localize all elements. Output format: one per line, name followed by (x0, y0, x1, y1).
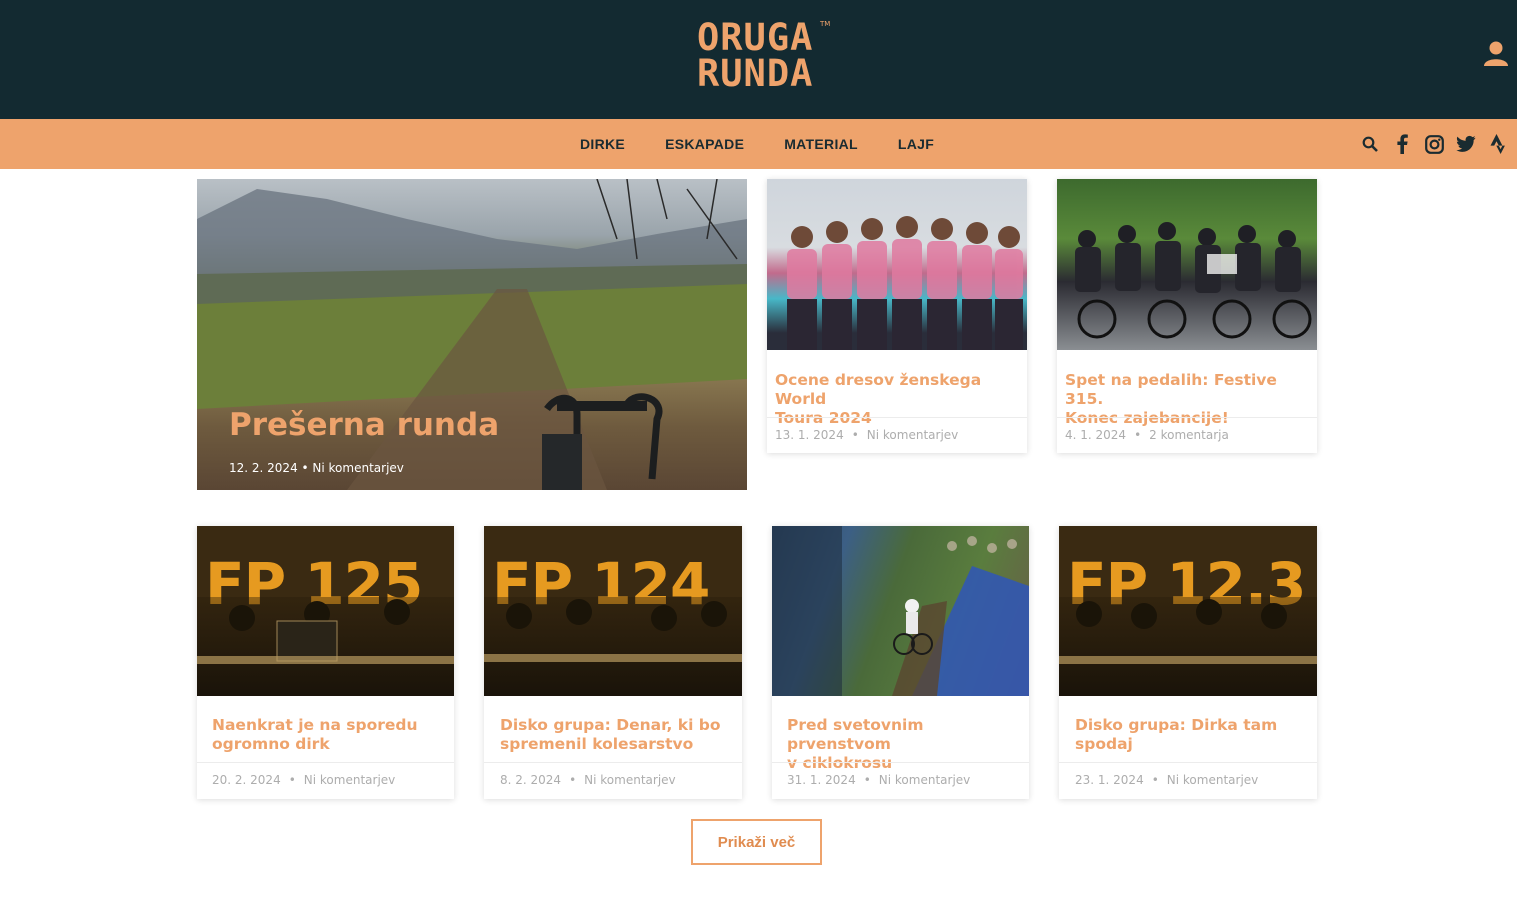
main-navigation: DIRKE ESKAPADE MATERIAL LAJF (0, 119, 1517, 169)
load-more-button[interactable]: Prikaži več (691, 819, 822, 865)
meta-separator: • (288, 773, 296, 787)
card-image[interactable]: FP 124 (484, 526, 742, 696)
social-icons (1360, 119, 1508, 169)
card-title[interactable]: Ocene dresov ženskega World Toura 2024 (775, 371, 1023, 428)
logo-line-2: RUNDA (697, 52, 814, 95)
card-comments[interactable]: 2 komentarja (1149, 428, 1229, 442)
meta-separator: • (1151, 773, 1159, 787)
meta-separator: • (863, 773, 871, 787)
card-title-line: Disko grupa: Denar, ki bo (500, 716, 721, 734)
card-divider (772, 762, 1029, 763)
post-card[interactable]: FP 125 Naenkrat je na sporedu ogromno di… (197, 526, 454, 799)
post-card[interactable]: Ocene dresov ženskega World Toura 2024 1… (767, 179, 1027, 453)
card-title-line: Disko grupa: Dirka tam (1075, 716, 1278, 734)
card-comments[interactable]: Ni komentarjev (867, 428, 958, 442)
card-image[interactable] (1057, 179, 1317, 350)
card-title-line: Ocene dresov ženskega World (775, 371, 982, 408)
meta-separator: • (1134, 428, 1142, 442)
site-logo[interactable]: ORUGA RUNDA TM (697, 16, 831, 96)
nav-item-lajf[interactable]: LAJF (878, 136, 954, 152)
logo-trademark: TM (820, 20, 831, 28)
card-divider (197, 762, 454, 763)
nav-menu: DIRKE ESKAPADE MATERIAL LAJF (560, 119, 954, 169)
card-comments[interactable]: Ni komentarjev (879, 773, 970, 787)
card-title[interactable]: Naenkrat je na sporedu ogromno dirk (212, 716, 444, 754)
logo-line-1: ORUGA (697, 16, 814, 59)
featured-title[interactable]: Prešerna runda (229, 407, 499, 443)
card-title-line: spodaj (1075, 735, 1133, 753)
card-divider (1059, 762, 1317, 763)
nav-item-eskapade[interactable]: ESKAPADE (645, 136, 764, 152)
user-icon[interactable] (1482, 40, 1510, 68)
instagram-icon[interactable] (1424, 134, 1444, 154)
card-divider (767, 417, 1027, 418)
nav-item-dirke[interactable]: DIRKE (560, 136, 645, 152)
post-card[interactable]: FP 12.3 Disko grupa: Dirka tam spodaj 23… (1059, 526, 1317, 799)
card-date: 4. 1. 2024 (1065, 428, 1127, 442)
card-meta: 23. 1. 2024 • Ni komentarjev (1075, 773, 1258, 787)
card-title-line: ogromno dirk (212, 735, 330, 753)
card-title-line: spremenil kolesarstvo (500, 735, 694, 753)
card-title[interactable]: Disko grupa: Dirka tam spodaj (1075, 716, 1307, 754)
facebook-icon[interactable] (1392, 134, 1412, 154)
card-divider (484, 762, 742, 763)
twitter-icon[interactable] (1456, 134, 1476, 154)
card-meta: 8. 2. 2024 • Ni komentarjev (500, 773, 676, 787)
card-comments[interactable]: Ni komentarjev (584, 773, 675, 787)
featured-image (197, 179, 747, 490)
featured-meta: 12. 2. 2024 • Ni komentarjev (229, 461, 404, 475)
card-title[interactable]: Disko grupa: Denar, ki bo spremenil kole… (500, 716, 732, 754)
card-comments[interactable]: Ni komentarjev (304, 773, 395, 787)
card-comments[interactable]: Ni komentarjev (1167, 773, 1258, 787)
card-title[interactable]: Spet na pedalih: Festive 315. Konec zaje… (1065, 371, 1313, 428)
card-title-line: Pred svetovnim prvenstvom (787, 716, 924, 753)
card-date: 31. 1. 2024 (787, 773, 856, 787)
card-meta: 4. 1. 2024 • 2 komentarja (1065, 428, 1229, 442)
card-image[interactable] (772, 526, 1029, 696)
card-image[interactable]: FP 12.3 (1059, 526, 1317, 696)
card-meta: 31. 1. 2024 • Ni komentarjev (787, 773, 970, 787)
card-meta: 20. 2. 2024 • Ni komentarjev (212, 773, 395, 787)
post-card[interactable]: Pred svetovnim prvenstvom v ciklokrosu 3… (772, 526, 1029, 799)
strava-icon[interactable] (1488, 134, 1508, 154)
meta-separator: • (851, 428, 859, 442)
card-divider (1057, 417, 1317, 418)
site-header: ORUGA RUNDA TM (0, 0, 1517, 119)
card-image[interactable]: FP 125 (197, 526, 454, 696)
post-card[interactable]: Spet na pedalih: Festive 315. Konec zaje… (1057, 179, 1317, 453)
card-title-line: Toura 2024 (775, 409, 872, 427)
card-title-line: Naenkrat je na sporedu (212, 716, 418, 734)
card-date: 23. 1. 2024 (1075, 773, 1144, 787)
nav-item-material[interactable]: MATERIAL (764, 136, 878, 152)
search-icon[interactable] (1360, 134, 1380, 154)
post-card[interactable]: FP 124 Disko grupa: Denar, ki bo spremen… (484, 526, 742, 799)
card-date: 8. 2. 2024 (500, 773, 562, 787)
card-date: 13. 1. 2024 (775, 428, 844, 442)
card-title[interactable]: Pred svetovnim prvenstvom v ciklokrosu (787, 716, 1019, 773)
card-image[interactable] (767, 179, 1027, 350)
card-title-line: Spet na pedalih: Festive 315. (1065, 371, 1277, 408)
card-meta: 13. 1. 2024 • Ni komentarjev (775, 428, 958, 442)
card-date: 20. 2. 2024 (212, 773, 281, 787)
card-title-line: v ciklokrosu (787, 754, 893, 772)
meta-separator: • (569, 773, 577, 787)
card-title-line: Konec zajebancije! (1065, 409, 1229, 427)
featured-post[interactable]: Prešerna runda 12. 2. 2024 • Ni komentar… (197, 179, 747, 490)
